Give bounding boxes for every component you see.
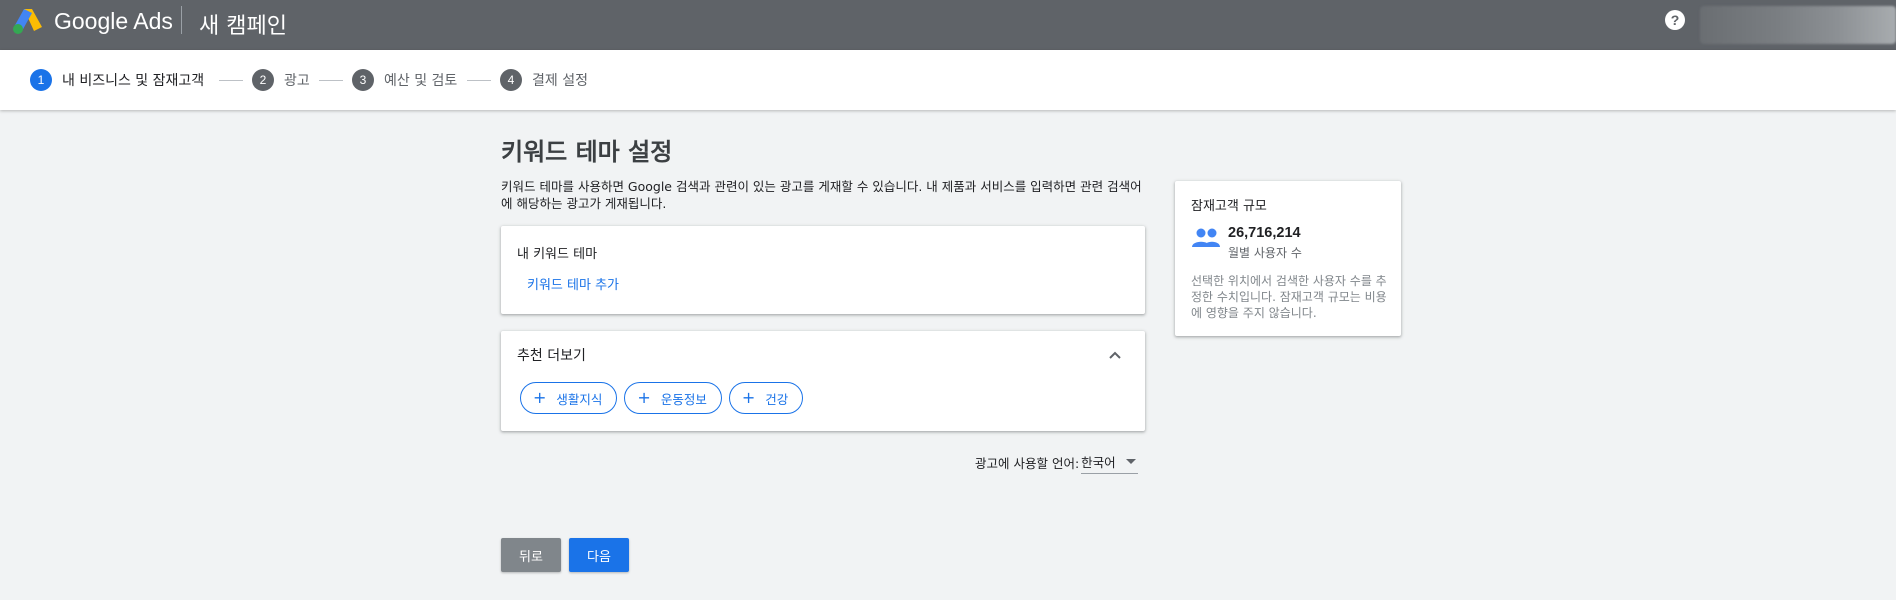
account-info-blurred[interactable]	[1700, 6, 1896, 44]
add-keyword-theme-link[interactable]: 키워드 테마 추가	[527, 274, 619, 293]
audience-count-label: 월별 사용자 수	[1228, 246, 1302, 260]
ad-language-select[interactable]: 한국어	[1081, 450, 1138, 474]
audience-note: 선택한 위치에서 검색한 사용자 수를 추정한 수치입니다. 잠재고객 규모는 …	[1191, 274, 1387, 320]
step-number: 2	[252, 69, 274, 91]
next-button[interactable]: 다음	[569, 538, 629, 572]
page-heading-campaign: 새 캠페인	[199, 14, 287, 39]
top-app-bar: Google Ads 새 캠페인 ?	[0, 0, 1896, 50]
step-number: 4	[500, 69, 522, 91]
chip-label: 건강	[765, 391, 789, 407]
google-ads-logo-icon[interactable]	[12, 7, 44, 35]
page-description: 키워드 테마를 사용하면 Google 검색과 관련이 있는 광고를 게재할 수…	[501, 179, 1142, 211]
step-label: 예산 및 검토	[384, 73, 458, 89]
step-number: 1	[30, 69, 52, 91]
progress-stepper: 1 내 비즈니스 및 잠재고객 2 광고 3 예산 및 검토 4 결제 설정	[0, 50, 1896, 110]
ad-language-label: 광고에 사용할 언어:	[975, 455, 1080, 471]
ad-language-value: 한국어	[1081, 455, 1116, 470]
my-keyword-themes-title: 내 키워드 테마	[517, 247, 598, 262]
step-budget-review[interactable]: 3 예산 및 검토	[352, 69, 457, 91]
my-keyword-themes-card: 내 키워드 테마 키워드 테마 추가	[501, 226, 1145, 314]
help-icon[interactable]: ?	[1665, 10, 1685, 30]
step-connector	[219, 80, 243, 81]
audience-count: 26,716,214	[1228, 225, 1301, 241]
step-business-audience[interactable]: 1 내 비즈니스 및 잠재고객	[30, 69, 204, 91]
plus-icon: +	[637, 388, 651, 407]
recommendation-chips: + 생활지식 + 운동정보 + 건강	[520, 382, 804, 414]
caret-down-icon	[1125, 459, 1136, 464]
chip-health[interactable]: + 건강	[728, 382, 804, 414]
plus-icon: +	[741, 388, 756, 407]
step-label: 결제 설정	[532, 73, 588, 89]
step-label: 광고	[284, 73, 310, 89]
audience-size-title: 잠재고객 규모	[1191, 199, 1267, 214]
page-title: 키워드 테마 설정	[501, 138, 673, 166]
brand-divider	[181, 6, 182, 34]
step-label: 내 비즈니스 및 잠재고객	[62, 73, 205, 89]
recommendations-card: 추천 더보기 + 생활지식 + 운동정보 + 건강	[501, 331, 1145, 431]
step-connector	[319, 80, 343, 81]
step-connector	[467, 80, 491, 81]
brand-name[interactable]: Google Ads	[54, 8, 173, 35]
chip-label: 운동정보	[660, 391, 707, 407]
back-button[interactable]: 뒤로	[501, 538, 561, 572]
chevron-up-icon[interactable]	[1105, 345, 1125, 365]
plus-icon: +	[533, 388, 547, 407]
step-billing[interactable]: 4 결제 설정	[500, 69, 588, 91]
chip-label: 생활지식	[556, 391, 603, 407]
step-ads[interactable]: 2 광고	[252, 69, 310, 91]
audience-size-card: 잠재고객 규모 26,716,214 월별 사용자 수 선택한 위치에서 검색한…	[1175, 181, 1401, 336]
chip-life-knowledge[interactable]: + 생활지식	[520, 382, 618, 414]
people-icon	[1192, 228, 1220, 247]
chip-exercise-info[interactable]: + 운동정보	[624, 382, 722, 414]
ad-language-row: 광고에 사용할 언어: 한국어	[975, 450, 1138, 474]
step-number: 3	[352, 69, 374, 91]
recommendations-title: 추천 더보기	[517, 348, 586, 364]
